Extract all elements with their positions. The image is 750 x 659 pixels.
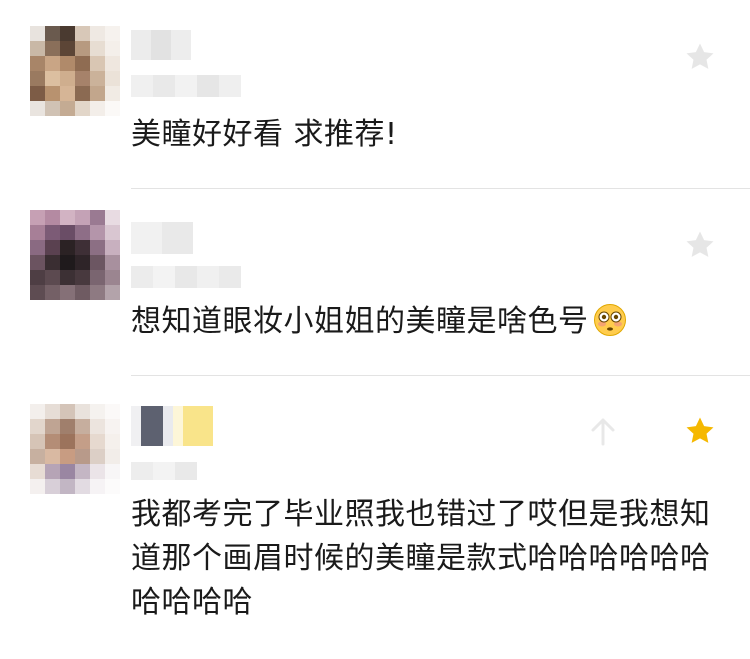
username-blurred[interactable] (131, 30, 191, 60)
comment-text-content: 想知道眼妆小姐姐的美瞳是啥色号 (131, 304, 589, 339)
timestamp-blurred (131, 75, 241, 97)
username-blurred[interactable] (131, 222, 193, 254)
divider (131, 188, 750, 189)
comment-text: 美瞳好好看 求推荐! (131, 117, 398, 152)
avatar[interactable] (30, 26, 120, 116)
avatar[interactable] (30, 210, 120, 300)
comment-item: 想知道眼妆小姐姐的美瞳是啥色号 (0, 190, 750, 376)
comment-text: 我都考完了毕业照我也错过了哎但是我想知道那个画眉时候的美瞳是款式哈哈哈哈哈哈哈哈… (131, 497, 711, 620)
flushed-face-emoji (593, 304, 626, 336)
avatar[interactable] (30, 404, 120, 494)
comment-item: 我都考完了毕业照我也错过了哎但是我想知道那个画眉时候的美瞳是款式哈哈哈哈哈哈哈哈… (0, 376, 750, 659)
comment-item: 美瞳好好看 求推荐! (0, 0, 750, 190)
timestamp-blurred (131, 462, 197, 480)
up-arrow-icon[interactable] (588, 414, 618, 448)
comment-text: 想知道眼妆小姐姐的美瞳是啥色号 (131, 300, 731, 344)
star-icon[interactable] (683, 40, 717, 74)
star-icon[interactable] (683, 414, 717, 448)
username-blurred[interactable] (131, 406, 213, 446)
star-icon[interactable] (683, 228, 717, 262)
timestamp-blurred (131, 266, 241, 288)
